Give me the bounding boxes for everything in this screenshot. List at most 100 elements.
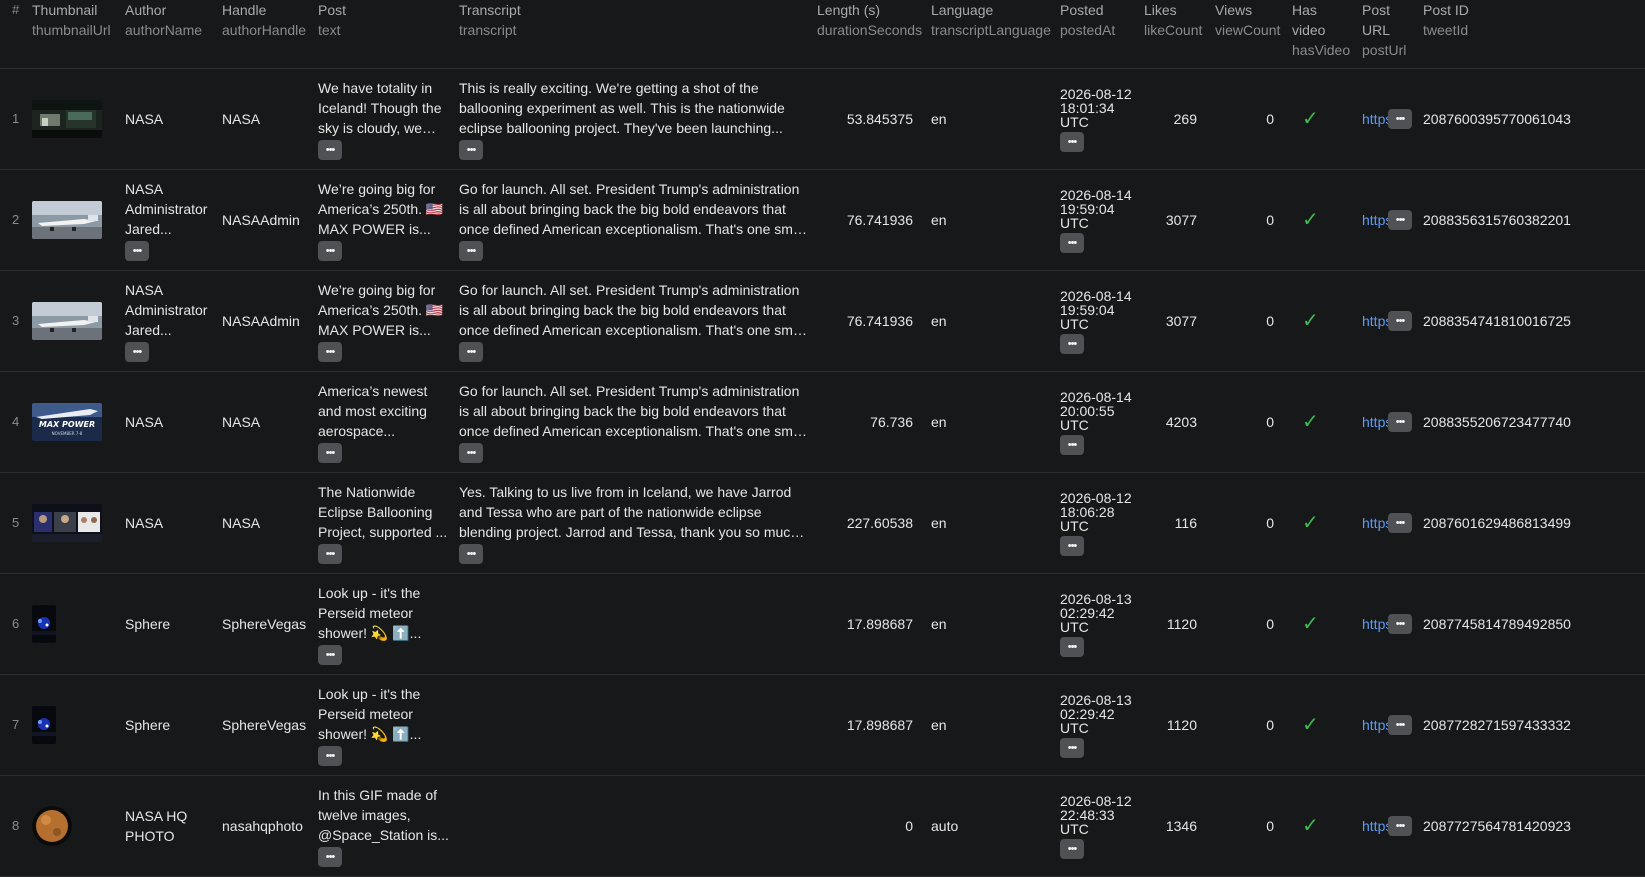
table-row[interactable]: 6 Sphere SphereVegas Look up - it's the Per… [0, 573, 1645, 675]
transcript-cell [455, 573, 813, 675]
post-url-link[interactable]: https:/... [1362, 211, 1412, 230]
column-header-text[interactable]: Post text [314, 0, 455, 69]
table-row[interactable]: 3 NASA Administrator Jared... ••• NASAAdmin… [0, 270, 1645, 372]
post-url-expand-button[interactable]: ••• [1388, 210, 1412, 230]
views-cell: 0 [1211, 68, 1288, 170]
author-cell: NASA HQ PHOTO [121, 775, 218, 877]
transcript-expand-button[interactable]: ••• [459, 342, 483, 362]
column-header-hasVideo[interactable]: Has video hasVideo [1288, 0, 1358, 69]
posted-expand-button[interactable]: ••• [1060, 737, 1084, 758]
posted-cell: 2026-08-13 02:29:42 UTC ••• [1056, 573, 1140, 675]
post-url-expand-button[interactable]: ••• [1388, 715, 1412, 735]
posted-expand-button[interactable]: ••• [1060, 434, 1084, 455]
author-handle: NASAAdmin [222, 313, 300, 329]
transcript-expand-button[interactable]: ••• [459, 544, 483, 564]
column-header-tweetId[interactable]: Post ID tweetId [1419, 0, 1645, 69]
tweet-id: 2088354741810016725 [1423, 313, 1571, 329]
column-header-viewCount[interactable]: Views viewCount [1211, 0, 1288, 69]
author-handle: SphereVegas [222, 616, 307, 632]
post-url-expand-button[interactable]: ••• [1388, 513, 1412, 533]
column-key: viewCount [1215, 22, 1281, 38]
post-url-expand-button[interactable]: ••• [1388, 109, 1412, 129]
thumbnail-cell [28, 169, 121, 271]
thumbnail-image[interactable] [32, 302, 102, 340]
view-count: 0 [1266, 414, 1274, 430]
table-row[interactable]: 1 NASA NASA We have totality in Iceland! Th… [0, 68, 1645, 170]
posted-at: 2026-08-14 19:59:04 UTC [1060, 186, 1132, 231]
author-cell: NASA Administrator Jared... ••• [121, 169, 218, 271]
post-url-link[interactable]: https:/... [1362, 413, 1412, 432]
transcript-expand-button[interactable]: ••• [459, 140, 483, 160]
column-header-thumbnailUrl[interactable]: Thumbnail thumbnailUrl [28, 0, 121, 69]
post-expand-button[interactable]: ••• [318, 443, 342, 463]
post-url-link[interactable]: https:/... [1362, 615, 1412, 634]
post-expand-button[interactable]: ••• [318, 645, 342, 665]
post-url-expand-button[interactable]: ••• [1388, 311, 1412, 331]
check-icon: ✓ [1302, 208, 1319, 231]
author-expand-button[interactable]: ••• [125, 342, 149, 362]
table-row[interactable]: 8 NASA HQ PHOTO nasahqphoto In this GIF mad… [0, 775, 1645, 877]
posted-expand-button[interactable]: ••• [1060, 232, 1084, 253]
posted-expand-button[interactable]: ••• [1060, 535, 1084, 556]
table-row[interactable]: 5 NASA NASA The Nationwide Eclipse Ballooni… [0, 472, 1645, 574]
column-header-transcriptLanguage[interactable]: Language transcriptLanguage [927, 0, 1056, 69]
thumbnail-image[interactable] [32, 201, 102, 239]
table-row[interactable]: 7 Sphere SphereVegas Look up - it's the Per… [0, 674, 1645, 776]
post-id-cell: 2087601629486813499 [1419, 472, 1645, 574]
tweet-id: 2087727564781420923 [1423, 818, 1571, 834]
posted-expand-button[interactable]: ••• [1060, 838, 1084, 859]
post-expand-button[interactable]: ••• [318, 241, 342, 261]
post-url-expand-button[interactable]: ••• [1388, 614, 1412, 634]
column-header-authorName[interactable]: Author authorName [121, 0, 218, 69]
row-index: 3 [0, 270, 28, 372]
post-expand-button[interactable]: ••• [318, 140, 342, 160]
views-cell: 0 [1211, 775, 1288, 877]
transcript-language: auto [931, 818, 959, 834]
column-header-postedAt[interactable]: Posted postedAt [1056, 0, 1140, 69]
transcript-language: en [931, 212, 947, 228]
transcript-language: en [931, 111, 947, 127]
post-expand-button[interactable]: ••• [318, 342, 342, 362]
thumbnail-image[interactable] [32, 504, 102, 542]
transcript-language: en [931, 616, 947, 632]
transcript-expand-button[interactable]: ••• [459, 443, 483, 463]
post-expand-button[interactable]: ••• [318, 746, 342, 766]
post-cell: Look up - it's the Perseid meteor shower… [314, 674, 455, 776]
column-header-index[interactable]: # [0, 0, 28, 69]
column-header-durationSeconds[interactable]: Length (s) durationSeconds [813, 0, 927, 69]
post-url-link[interactable]: https:/... [1362, 312, 1412, 331]
posted-expand-button[interactable]: ••• [1060, 131, 1084, 152]
table-row[interactable]: 4 MAX POWER NOVEMBER 7-8 NASA NASA America’s … [0, 371, 1645, 473]
column-header-transcript[interactable]: Transcript transcript [455, 0, 813, 69]
column-header-postUrl[interactable]: Post URL postUrl [1358, 0, 1419, 69]
thumbnail-image[interactable] [32, 605, 56, 643]
views-cell: 0 [1211, 674, 1288, 776]
posted-expand-button[interactable]: ••• [1060, 636, 1084, 657]
tweet-id: 2087745814789492850 [1423, 616, 1571, 632]
views-cell: 0 [1211, 169, 1288, 271]
thumbnail-image[interactable] [32, 100, 102, 138]
column-label: Post URL [1362, 2, 1391, 38]
column-header-likeCount[interactable]: Likes likeCount [1140, 0, 1211, 69]
post-url-expand-button[interactable]: ••• [1388, 816, 1412, 836]
table-row[interactable]: 2 NASA Administrator Jared... ••• NASAAdmin… [0, 169, 1645, 271]
post-url-expand-button[interactable]: ••• [1388, 412, 1412, 432]
author-cell: Sphere [121, 573, 218, 675]
thumbnail-image[interactable]: MAX POWER NOVEMBER 7-8 [32, 403, 102, 441]
post-url-link[interactable]: https:/... [1362, 716, 1412, 735]
views-cell: 0 [1211, 371, 1288, 473]
post-text: In this GIF made of twelve images, @Spac… [318, 787, 449, 843]
post-url-link[interactable]: https:/... [1362, 514, 1412, 533]
transcript-expand-button[interactable]: ••• [459, 241, 483, 261]
thumbnail-image[interactable] [32, 706, 56, 744]
post-expand-button[interactable]: ••• [318, 847, 342, 867]
post-url-link[interactable]: https:/... [1362, 110, 1412, 129]
column-header-authorHandle[interactable]: Handle authorHandle [218, 0, 314, 69]
row-index: 6 [0, 573, 28, 675]
posted-expand-button[interactable]: ••• [1060, 333, 1084, 354]
check-icon: ✓ [1302, 511, 1319, 534]
post-url-link[interactable]: https:/... [1362, 817, 1412, 836]
thumbnail-image[interactable] [32, 806, 72, 846]
post-expand-button[interactable]: ••• [318, 544, 342, 564]
author-expand-button[interactable]: ••• [125, 241, 149, 261]
